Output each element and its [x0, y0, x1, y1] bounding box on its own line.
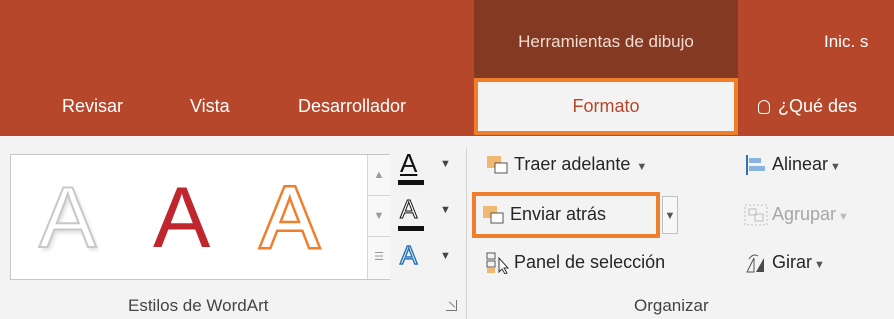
- bring-forward-icon: [487, 156, 508, 174]
- tab-vista[interactable]: Vista: [190, 96, 230, 117]
- text-outline-icon: A: [399, 194, 418, 225]
- wordart-style-orange-outline[interactable]: A: [258, 173, 320, 264]
- tab-formato-label: Formato: [572, 96, 640, 116]
- tab-formato[interactable]: Formato: [474, 78, 738, 135]
- text-fill-button[interactable]: A ▼: [396, 148, 462, 188]
- rotate-icon: [746, 254, 764, 273]
- text-outline-button[interactable]: A ▼: [396, 194, 462, 234]
- chevron-down-icon: ▼: [636, 161, 648, 173]
- bring-forward-label: Traer adelante: [514, 154, 631, 174]
- title-bar: Herramientas de dibujo Inic. s: [0, 0, 894, 78]
- align-label: Alinear: [772, 154, 829, 174]
- wordart-style-white[interactable]: A: [38, 174, 97, 262]
- chevron-down-icon: ▼: [440, 204, 451, 216]
- gallery-scroll: ▲ ▼ ☰: [367, 155, 390, 279]
- chevron-down-icon: ▼: [814, 259, 825, 271]
- text-outline-color-bar: [398, 226, 424, 231]
- tab-desarrollador[interactable]: Desarrollador: [298, 96, 406, 117]
- send-backward-icon: [483, 206, 504, 224]
- tell-me-text: ¿Qué des: [778, 96, 858, 116]
- text-effects-icon: A: [399, 239, 418, 271]
- drawing-tools-context-group: Herramientas de dibujo: [474, 0, 738, 78]
- send-backward-dropdown[interactable]: ▼: [662, 196, 678, 234]
- dialog-launcher-icon[interactable]: [446, 300, 457, 311]
- gallery-up-button[interactable]: ▲: [368, 155, 390, 196]
- text-effects-button[interactable]: A ▼: [396, 239, 462, 280]
- chevron-down-icon: ▼: [838, 211, 849, 223]
- chevron-down-icon: ▼: [440, 250, 451, 262]
- selection-pane-label: Panel de selección: [514, 252, 666, 272]
- gallery-more-button[interactable]: ☰: [368, 237, 390, 278]
- chevron-down-icon: ▼: [830, 161, 841, 173]
- ribbon-content: A A A ▲ ▼ ☰ A ▼ A ▼ A ▼ Estilos de WordA…: [0, 136, 894, 319]
- text-fill-color-bar: [398, 180, 424, 185]
- context-group-title: Herramientas de dibujo: [518, 32, 694, 51]
- group-separator: [466, 148, 467, 319]
- send-backward-label: Enviar atrás: [510, 204, 607, 224]
- lightbulb-icon: [758, 100, 770, 114]
- group-icon: [744, 204, 768, 226]
- selection-pane-icon: [486, 252, 510, 274]
- wordart-style-red[interactable]: A: [153, 175, 210, 261]
- rotate-label: Girar: [772, 252, 812, 272]
- ribbon-tabs: Revisar Vista Desarrollador Formato ¿Qué…: [0, 78, 894, 136]
- organize-group-label: Organizar: [634, 296, 709, 315]
- wordart-group-label: Estilos de WordArt: [128, 296, 269, 315]
- tab-revisar[interactable]: Revisar: [62, 96, 123, 117]
- group-label: Agrupar: [772, 204, 837, 224]
- sign-in-link[interactable]: Inic. s: [824, 32, 868, 52]
- wordart-gallery: A A A ▲ ▼ ☰: [10, 154, 390, 280]
- tell-me-box[interactable]: ¿Qué des: [758, 96, 857, 117]
- powerpoint-ribbon: Herramientas de dibujo Inic. s Revisar V…: [0, 0, 894, 319]
- align-icon: [746, 155, 765, 175]
- chevron-down-icon: ▼: [440, 158, 451, 170]
- gallery-down-button[interactable]: ▼: [368, 196, 390, 237]
- text-fill-icon: A: [400, 148, 418, 178]
